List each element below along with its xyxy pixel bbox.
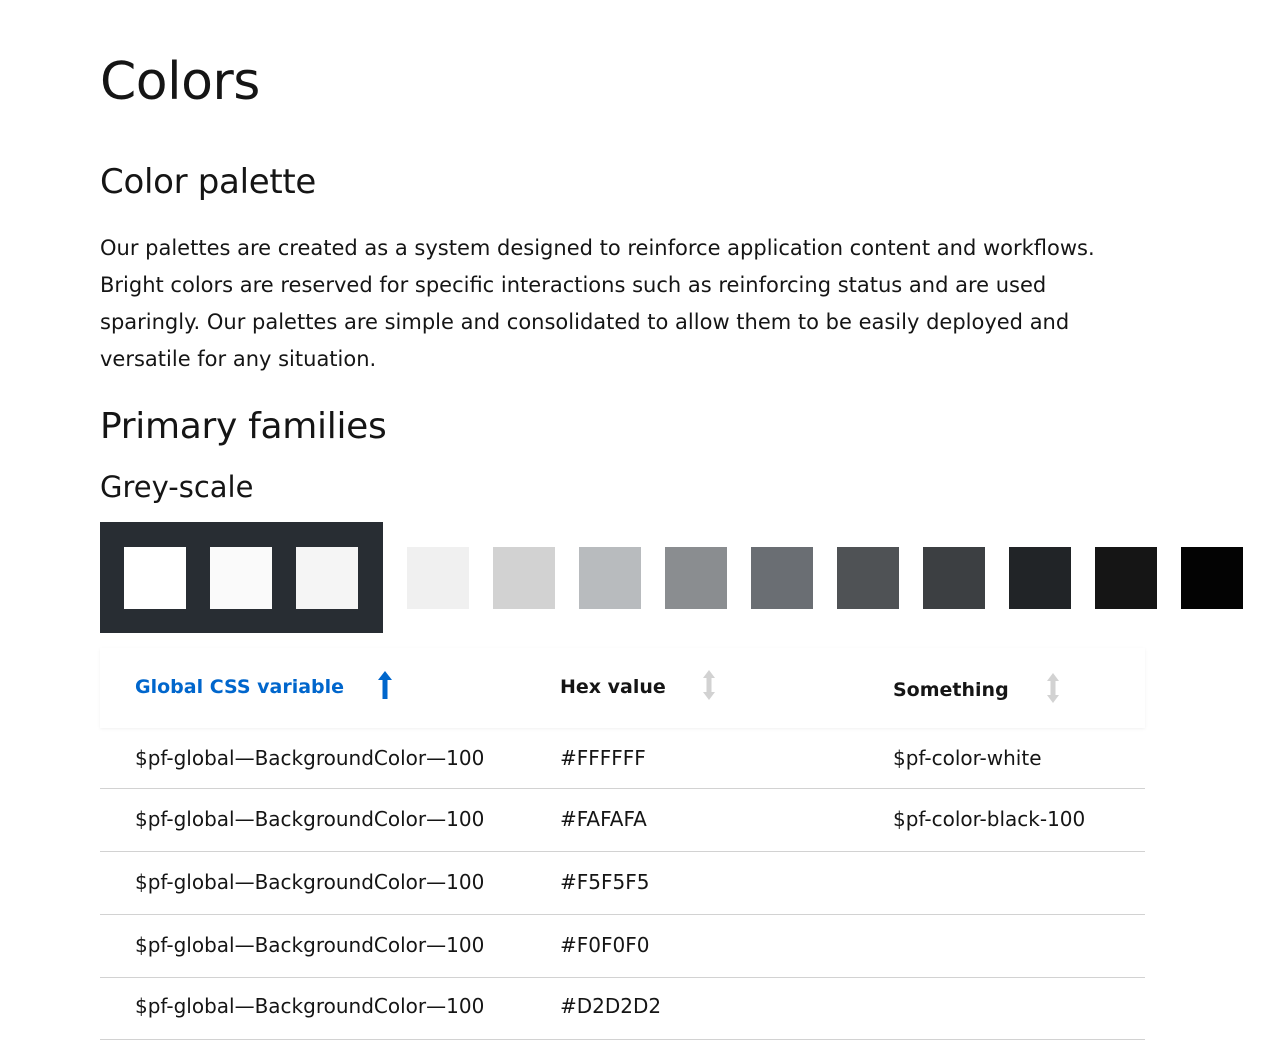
something-cell: $pf-color-black-100 bbox=[893, 807, 1086, 831]
variable-cell: $pf-global—BackgroundColor—100 bbox=[135, 807, 485, 831]
sort-both-icon[interactable] bbox=[1043, 671, 1063, 705]
swatch[interactable] bbox=[493, 547, 555, 609]
swatch[interactable] bbox=[751, 547, 813, 609]
something-cell: $pf-color-white bbox=[893, 746, 1042, 770]
swatch[interactable] bbox=[1181, 547, 1243, 609]
sort-ascending-icon[interactable] bbox=[375, 668, 395, 702]
hex-cell: #F0F0F0 bbox=[560, 933, 650, 957]
hex-cell: #F5F5F5 bbox=[560, 870, 650, 894]
swatch[interactable] bbox=[1009, 547, 1071, 609]
hex-cell: #FFFFFF bbox=[560, 746, 646, 770]
variable-cell: $pf-global—BackgroundColor—100 bbox=[135, 870, 485, 894]
selected-swatch-group[interactable] bbox=[100, 522, 383, 633]
swatch[interactable] bbox=[124, 547, 186, 609]
hex-cell: #D2D2D2 bbox=[560, 994, 662, 1018]
table-row[interactable]: $pf-global—BackgroundColor—100 #F5F5F5 bbox=[100, 852, 1145, 915]
greyscale-heading: Grey-scale bbox=[100, 470, 254, 504]
intro-paragraph: Our palettes are created as a system des… bbox=[100, 236, 1095, 371]
column-header-something[interactable]: Something bbox=[893, 679, 1009, 701]
hex-cell: #FAFAFA bbox=[560, 807, 647, 831]
table-row[interactable]: $pf-global—BackgroundColor—100 #FFFFFF $… bbox=[100, 728, 1145, 789]
table-body: $pf-global—BackgroundColor—100 #FFFFFF $… bbox=[100, 728, 1145, 1040]
variable-cell: $pf-global—BackgroundColor—100 bbox=[135, 746, 485, 770]
column-header-hex-value[interactable]: Hex value bbox=[560, 676, 666, 698]
swatch[interactable] bbox=[579, 547, 641, 609]
swatch[interactable] bbox=[923, 547, 985, 609]
section-title: Color palette bbox=[100, 162, 317, 202]
swatch[interactable] bbox=[837, 547, 899, 609]
page-title: Colors bbox=[100, 52, 260, 112]
table-row[interactable]: $pf-global—BackgroundColor—100 #D2D2D2 bbox=[100, 978, 1145, 1040]
color-table: Global CSS variable Hex value Something … bbox=[100, 648, 1145, 1040]
table-row[interactable]: $pf-global—BackgroundColor—100 #FAFAFA $… bbox=[100, 789, 1145, 852]
sort-both-icon[interactable] bbox=[699, 668, 719, 702]
swatch[interactable] bbox=[665, 547, 727, 609]
table-row[interactable]: $pf-global—BackgroundColor—100 #F0F0F0 bbox=[100, 915, 1145, 978]
swatch[interactable] bbox=[407, 547, 469, 609]
greyscale-swatches bbox=[100, 522, 1282, 634]
families-heading: Primary families bbox=[100, 406, 387, 447]
variable-cell: $pf-global—BackgroundColor—100 bbox=[135, 994, 485, 1018]
variable-cell: $pf-global—BackgroundColor—100 bbox=[135, 933, 485, 957]
table-header: Global CSS variable Hex value Something bbox=[100, 648, 1145, 728]
column-header-global-css-variable[interactable]: Global CSS variable bbox=[135, 676, 344, 698]
swatch[interactable] bbox=[210, 547, 272, 609]
swatch[interactable] bbox=[1095, 547, 1157, 609]
swatch[interactable] bbox=[296, 547, 358, 609]
